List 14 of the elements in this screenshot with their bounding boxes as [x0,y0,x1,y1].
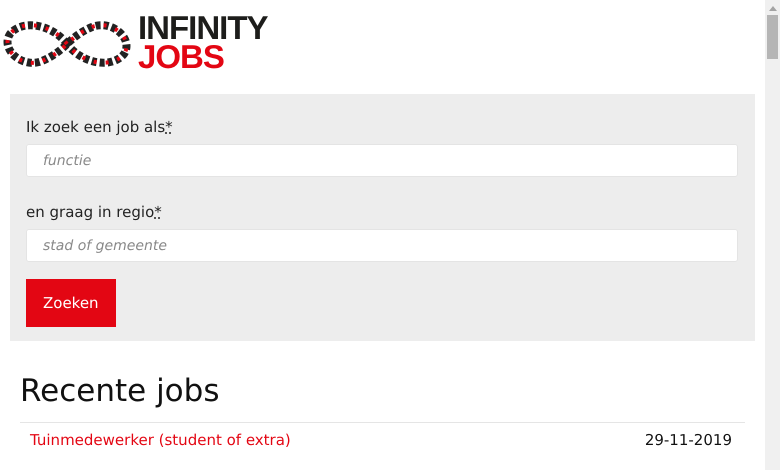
section-title: Recente jobs [20,373,745,423]
logo-text: INFINITY [138,13,268,42]
field-label: Ik zoek een job als* [26,118,173,136]
job-link[interactable]: Tuinmedewerker (student of extra) [30,431,291,449]
job-input-field[interactable]: functie [26,144,738,177]
field-label: en graag in regio* [26,203,162,221]
scroll-up-icon[interactable] [768,6,776,11]
job-date: 29-11-2019 [644,431,732,449]
logo-text: JOBS [138,42,224,71]
search-button[interactable]: Zoeken [26,279,116,327]
scrollbar-thumb[interactable] [767,15,778,59]
infinity-logo-icon [2,19,132,69]
scrollbar[interactable] [765,0,780,470]
region-input-field[interactable]: stad of gemeente [26,229,738,262]
